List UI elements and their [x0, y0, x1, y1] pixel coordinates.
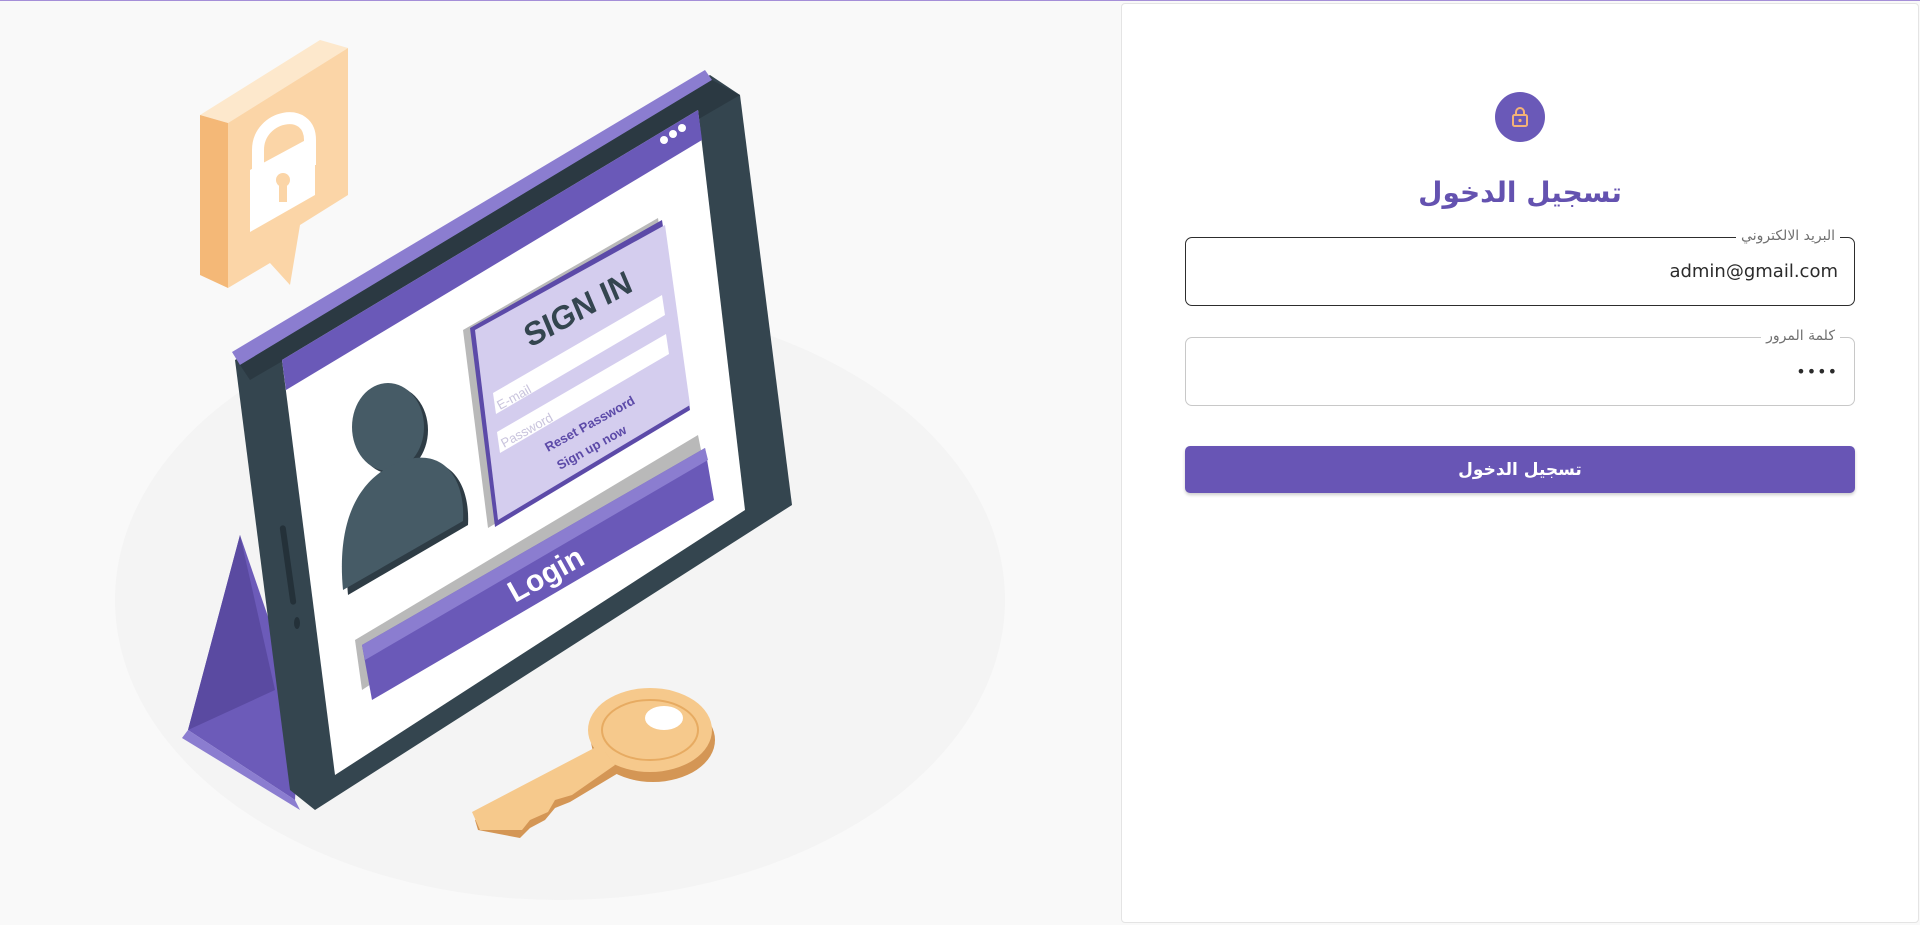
password-input[interactable] — [1186, 338, 1854, 405]
email-input[interactable] — [1186, 238, 1854, 305]
email-field[interactable]: البريد الالكتروني — [1185, 227, 1855, 306]
lock-avatar — [1495, 92, 1545, 142]
padlock-icon — [200, 40, 348, 288]
login-illustration: SIGN IN E-mail Password Reset Password S… — [0, 0, 1120, 925]
login-button[interactable]: تسجيل الدخول — [1185, 446, 1855, 493]
lock-icon — [1512, 107, 1528, 127]
page-title: تسجيل الدخول — [1418, 176, 1622, 209]
password-field[interactable]: كلمة المرور — [1185, 327, 1855, 406]
